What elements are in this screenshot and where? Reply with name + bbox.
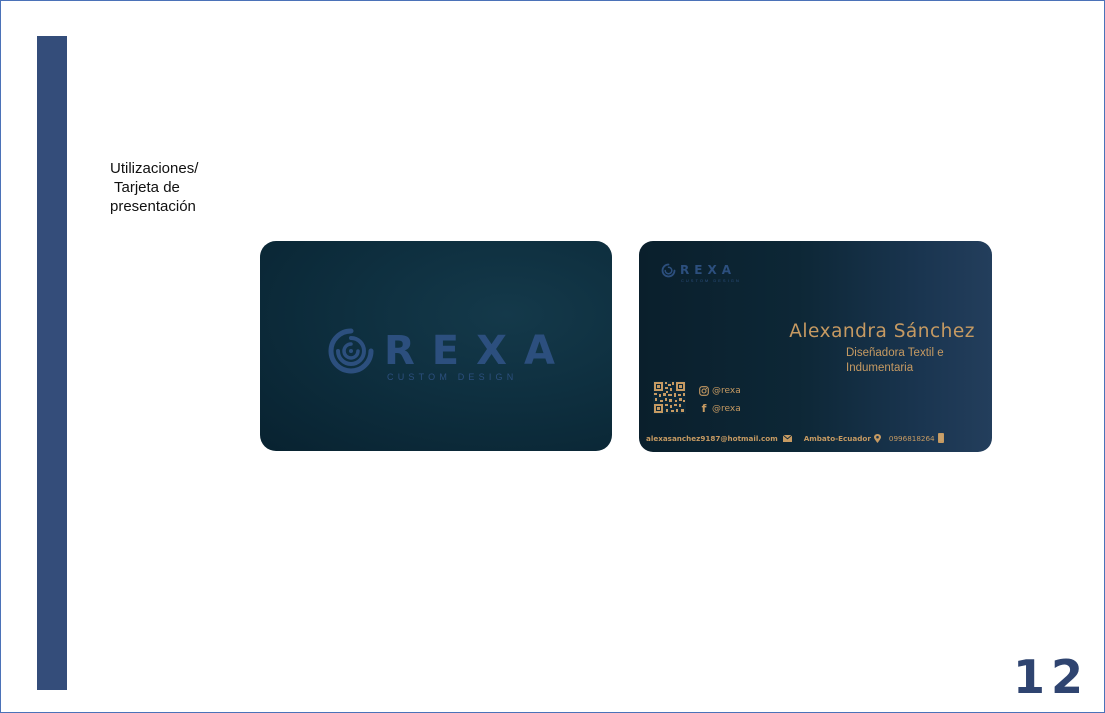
- swirl-logo-icon: [661, 263, 676, 278]
- mail-icon: [782, 434, 792, 442]
- instagram-handle-text: @rexa: [712, 386, 741, 396]
- location-text: Ambato-Ecuador: [803, 433, 871, 443]
- person-name: Alexandra Sánchez: [789, 321, 975, 342]
- location-pin-icon: [873, 433, 881, 443]
- swirl-logo-icon: [328, 328, 374, 374]
- front-brand-tagline: CUSTOM DESIGN: [387, 372, 518, 382]
- role-line-2: Indumentaria: [846, 362, 914, 374]
- email-text: alexasanchez9187@hotmail.com: [646, 433, 778, 443]
- phone-icon: [937, 433, 944, 443]
- role-line-1: Diseñadora Textil e: [846, 347, 944, 359]
- caption-line-1: Utilizaciones/: [110, 160, 199, 177]
- back-brand-name: REXA: [680, 263, 736, 277]
- business-card-front: REXA CUSTOM DESIGN: [260, 241, 612, 451]
- front-brand-name: REXA: [384, 328, 572, 374]
- qr-code-icon: [653, 381, 686, 414]
- facebook-handle-text: @rexa: [712, 403, 741, 414]
- facebook-icon: f: [701, 402, 707, 415]
- contact-row: alexasanchez9187@hotmail.com Ambato-Ecua…: [646, 431, 986, 445]
- slide-caption: Utilizaciones/ Tarjeta de presentación: [110, 159, 198, 216]
- caption-line-3: presentación: [110, 198, 196, 215]
- instagram-icon: [699, 386, 709, 396]
- back-brand-tagline: CUSTOM DESIGN: [681, 278, 741, 283]
- phone-text: 0996818264: [888, 433, 935, 443]
- front-logo: REXA CUSTOM DESIGN: [326, 326, 566, 386]
- business-card-back: REXA CUSTOM DESIGN Alexandra Sánchez Dis…: [639, 241, 992, 452]
- caption-line-2: Tarjeta de: [114, 179, 180, 196]
- instagram-handle: @rexa: [699, 386, 741, 396]
- page-number: 12: [1012, 650, 1089, 704]
- facebook-handle: f @rexa: [699, 402, 741, 415]
- side-accent-bar: [37, 36, 67, 690]
- person-role: Diseñadora Textil e Indumentaria: [846, 346, 944, 376]
